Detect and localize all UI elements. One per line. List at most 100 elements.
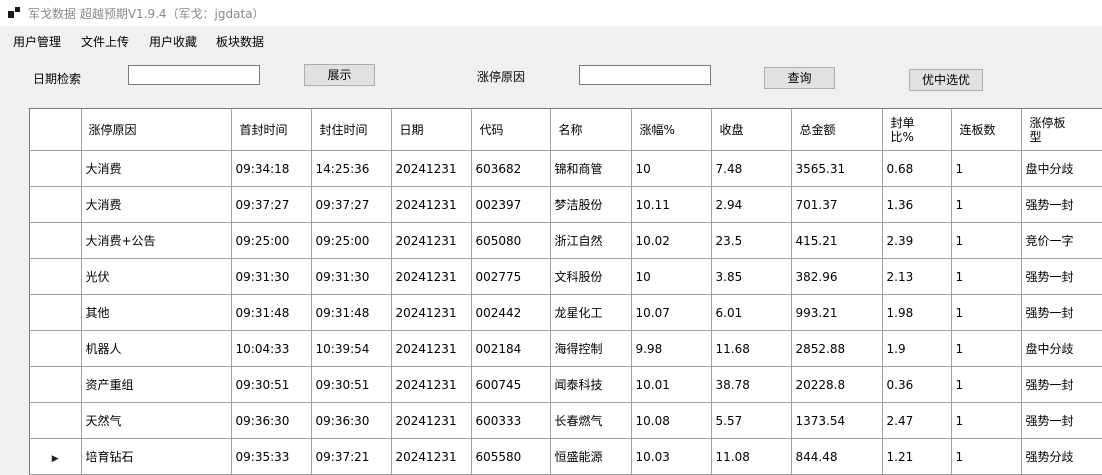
cell-reason[interactable]: 天然气: [81, 402, 232, 439]
cell-board-type[interactable]: 强势一封: [1021, 258, 1102, 295]
cell-total-amount[interactable]: 993.21: [791, 294, 883, 331]
cell-reason[interactable]: 其他: [81, 294, 232, 331]
cell-name[interactable]: 海得控制: [550, 330, 632, 367]
cell-code[interactable]: 002397: [471, 186, 551, 223]
menu-user-management[interactable]: 用户管理: [13, 33, 61, 50]
cell-name[interactable]: 锦和商管: [550, 150, 632, 187]
col-header-close[interactable]: 收盘: [711, 109, 792, 151]
cell-change-pct[interactable]: 10.02: [631, 222, 712, 259]
cell-code[interactable]: 600333: [471, 402, 551, 439]
table-row[interactable]: 资产重组 09:30:51 09:30:51 20241231 600745 闻…: [30, 366, 1102, 403]
col-header-change-pct[interactable]: 涨幅%: [631, 109, 712, 151]
table-row[interactable]: 天然气 09:36:30 09:36:30 20241231 600333 长春…: [30, 402, 1102, 439]
cell-code[interactable]: 605580: [471, 438, 551, 475]
cell-reason[interactable]: 光伏: [81, 258, 232, 295]
cell-board-count[interactable]: 1: [951, 366, 1022, 403]
row-header[interactable]: [30, 402, 82, 439]
cell-seal-ratio[interactable]: 0.36: [882, 366, 952, 403]
table-row[interactable]: 大消费+公告 09:25:00 09:25:00 20241231 605080…: [30, 222, 1102, 259]
cell-close[interactable]: 5.57: [711, 402, 792, 439]
cell-first-seal-time[interactable]: 09:35:33: [231, 438, 312, 475]
cell-seal-time[interactable]: 09:30:51: [311, 366, 392, 403]
cell-name[interactable]: 浙江自然: [550, 222, 632, 259]
cell-first-seal-time[interactable]: 09:31:30: [231, 258, 312, 295]
col-header-total-amount[interactable]: 总金额: [791, 109, 883, 151]
cell-board-type[interactable]: 强势分歧: [1021, 438, 1102, 475]
cell-change-pct[interactable]: 10.11: [631, 186, 712, 223]
cell-first-seal-time[interactable]: 09:37:27: [231, 186, 312, 223]
table-row[interactable]: 机器人 10:04:33 10:39:54 20241231 002184 海得…: [30, 330, 1102, 367]
cell-total-amount[interactable]: 844.48: [791, 438, 883, 475]
cell-board-count[interactable]: 1: [951, 186, 1022, 223]
col-header-name[interactable]: 名称: [550, 109, 632, 151]
table-row[interactable]: 大消费 09:37:27 09:37:27 20241231 002397 梦洁…: [30, 186, 1102, 223]
cell-close[interactable]: 11.68: [711, 330, 792, 367]
cell-name[interactable]: 恒盛能源: [550, 438, 632, 475]
cell-seal-time[interactable]: 10:39:54: [311, 330, 392, 367]
cell-close[interactable]: 38.78: [711, 366, 792, 403]
col-header-seal-ratio[interactable]: 封单比%: [882, 109, 952, 151]
cell-date[interactable]: 20241231: [391, 294, 472, 331]
cell-board-count[interactable]: 1: [951, 222, 1022, 259]
cell-board-count[interactable]: 1: [951, 402, 1022, 439]
cell-change-pct[interactable]: 10.01: [631, 366, 712, 403]
cell-code[interactable]: 605080: [471, 222, 551, 259]
cell-board-type[interactable]: 盘中分歧: [1021, 330, 1102, 367]
cell-date[interactable]: 20241231: [391, 366, 472, 403]
cell-seal-time[interactable]: 09:36:30: [311, 402, 392, 439]
table-row-current[interactable]: ▶ 培育钻石 09:35:33 09:37:21 20241231 605580…: [30, 438, 1102, 475]
cell-seal-ratio[interactable]: 2.13: [882, 258, 952, 295]
reason-input[interactable]: [579, 65, 711, 85]
cell-board-type[interactable]: 强势一封: [1021, 186, 1102, 223]
cell-change-pct[interactable]: 9.98: [631, 330, 712, 367]
cell-name[interactable]: 闻泰科技: [550, 366, 632, 403]
cell-date[interactable]: 20241231: [391, 186, 472, 223]
cell-code[interactable]: 002184: [471, 330, 551, 367]
cell-board-type[interactable]: 盘中分歧: [1021, 150, 1102, 187]
cell-date[interactable]: 20241231: [391, 438, 472, 475]
cell-close[interactable]: 3.85: [711, 258, 792, 295]
cell-seal-ratio[interactable]: 2.47: [882, 402, 952, 439]
cell-board-type[interactable]: 强势一封: [1021, 366, 1102, 403]
cell-total-amount[interactable]: 3565.31: [791, 150, 883, 187]
menu-file-upload[interactable]: 文件上传: [81, 33, 129, 50]
row-header[interactable]: [30, 330, 82, 367]
cell-code[interactable]: 603682: [471, 150, 551, 187]
cell-board-count[interactable]: 1: [951, 258, 1022, 295]
col-header-reason[interactable]: 涨停原因: [81, 109, 232, 151]
cell-code[interactable]: 002775: [471, 258, 551, 295]
cell-close[interactable]: 11.08: [711, 438, 792, 475]
cell-board-count[interactable]: 1: [951, 150, 1022, 187]
cell-seal-time[interactable]: 14:25:36: [311, 150, 392, 187]
cell-seal-ratio[interactable]: 1.21: [882, 438, 952, 475]
col-header-code[interactable]: 代码: [471, 109, 551, 151]
col-header-board-type[interactable]: 涨停板型: [1021, 109, 1102, 151]
select-best-button[interactable]: 优中选优: [909, 69, 983, 91]
cell-board-type[interactable]: 强势一封: [1021, 402, 1102, 439]
cell-date[interactable]: 20241231: [391, 222, 472, 259]
col-header-seal-time[interactable]: 封住时间: [311, 109, 392, 151]
cell-seal-time[interactable]: 09:25:00: [311, 222, 392, 259]
cell-seal-ratio[interactable]: 0.68: [882, 150, 952, 187]
cell-reason[interactable]: 机器人: [81, 330, 232, 367]
cell-change-pct[interactable]: 10.03: [631, 438, 712, 475]
cell-seal-time[interactable]: 09:31:30: [311, 258, 392, 295]
table-row[interactable]: 其他 09:31:48 09:31:48 20241231 002442 龙星化…: [30, 294, 1102, 331]
cell-seal-time[interactable]: 09:31:48: [311, 294, 392, 331]
table-row[interactable]: 大消费 09:34:18 14:25:36 20241231 603682 锦和…: [30, 150, 1102, 187]
cell-date[interactable]: 20241231: [391, 258, 472, 295]
row-header[interactable]: [30, 366, 82, 403]
table-row[interactable]: 光伏 09:31:30 09:31:30 20241231 002775 文科股…: [30, 258, 1102, 295]
query-button[interactable]: 查询: [764, 67, 835, 89]
row-header[interactable]: [30, 186, 82, 223]
cell-total-amount[interactable]: 20228.8: [791, 366, 883, 403]
cell-board-count[interactable]: 1: [951, 438, 1022, 475]
cell-reason[interactable]: 培育钻石: [81, 438, 232, 475]
cell-change-pct[interactable]: 10: [631, 150, 712, 187]
cell-seal-time[interactable]: 09:37:27: [311, 186, 392, 223]
cell-seal-ratio[interactable]: 1.36: [882, 186, 952, 223]
menu-sector-data[interactable]: 板块数据: [216, 33, 264, 50]
cell-seal-ratio[interactable]: 1.9: [882, 330, 952, 367]
col-header-first-seal-time[interactable]: 首封时间: [231, 109, 312, 151]
row-header[interactable]: ▶: [30, 438, 82, 475]
